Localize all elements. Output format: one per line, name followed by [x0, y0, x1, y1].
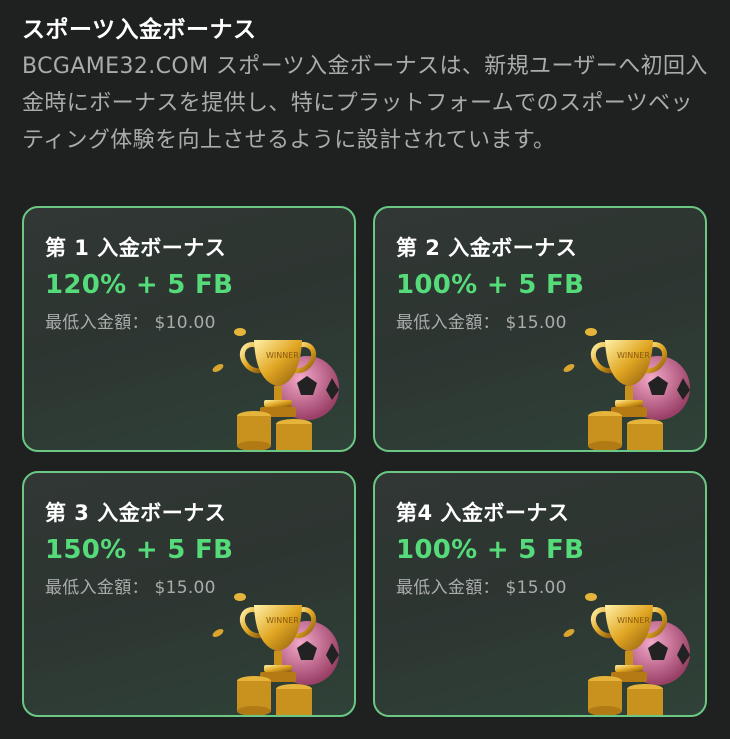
deposit-bonus-card-2[interactable]: 第 2 入金ボーナス 100% + 5 FB 最低入金額： $15.00 WIN… [373, 206, 707, 452]
svg-text:WINNER: WINNER [266, 616, 299, 625]
bonus-amount: 120% + 5 FB [45, 270, 234, 300]
card-title: 第 1 入金ボーナス [45, 236, 227, 260]
min-deposit: 最低入金額： $15.00 [45, 578, 216, 598]
trophy-icon: WINNER [212, 593, 339, 715]
card-title: 第4 入金ボーナス [396, 501, 570, 525]
min-deposit: 最低入金額： $15.00 [396, 313, 567, 333]
trophy-icon: WINNER [563, 593, 690, 715]
trophy-icon: WINNER [212, 328, 339, 450]
svg-text:WINNER: WINNER [266, 351, 299, 360]
card-title: 第 2 入金ボーナス [396, 236, 578, 260]
bonus-amount: 150% + 5 FB [45, 535, 234, 565]
bonus-amount: 100% + 5 FB [396, 270, 585, 300]
page-description: BCGAME32.COM スポーツ入金ボーナスは、新規ユーザーへ初回入金時にボー… [22, 54, 708, 153]
deposit-bonus-card-4[interactable]: 第4 入金ボーナス 100% + 5 FB 最低入金額： $15.00 WINN… [373, 471, 707, 717]
bonus-amount: 100% + 5 FB [396, 535, 585, 565]
deposit-bonus-card-1[interactable]: 第 1 入金ボーナス 120% + 5 FB 最低入金額： $10.00 WIN… [22, 206, 356, 452]
svg-text:WINNER: WINNER [617, 351, 650, 360]
min-deposit: 最低入金額： $10.00 [45, 313, 216, 333]
svg-text:WINNER: WINNER [617, 616, 650, 625]
page-title: スポーツ入金ボーナス [22, 17, 257, 43]
min-deposit: 最低入金額： $15.00 [396, 578, 567, 598]
trophy-icon: WINNER [563, 328, 690, 450]
card-title: 第 3 入金ボーナス [45, 501, 227, 525]
deposit-bonus-card-3[interactable]: 第 3 入金ボーナス 150% + 5 FB 最低入金額： $15.00 WIN… [22, 471, 356, 717]
